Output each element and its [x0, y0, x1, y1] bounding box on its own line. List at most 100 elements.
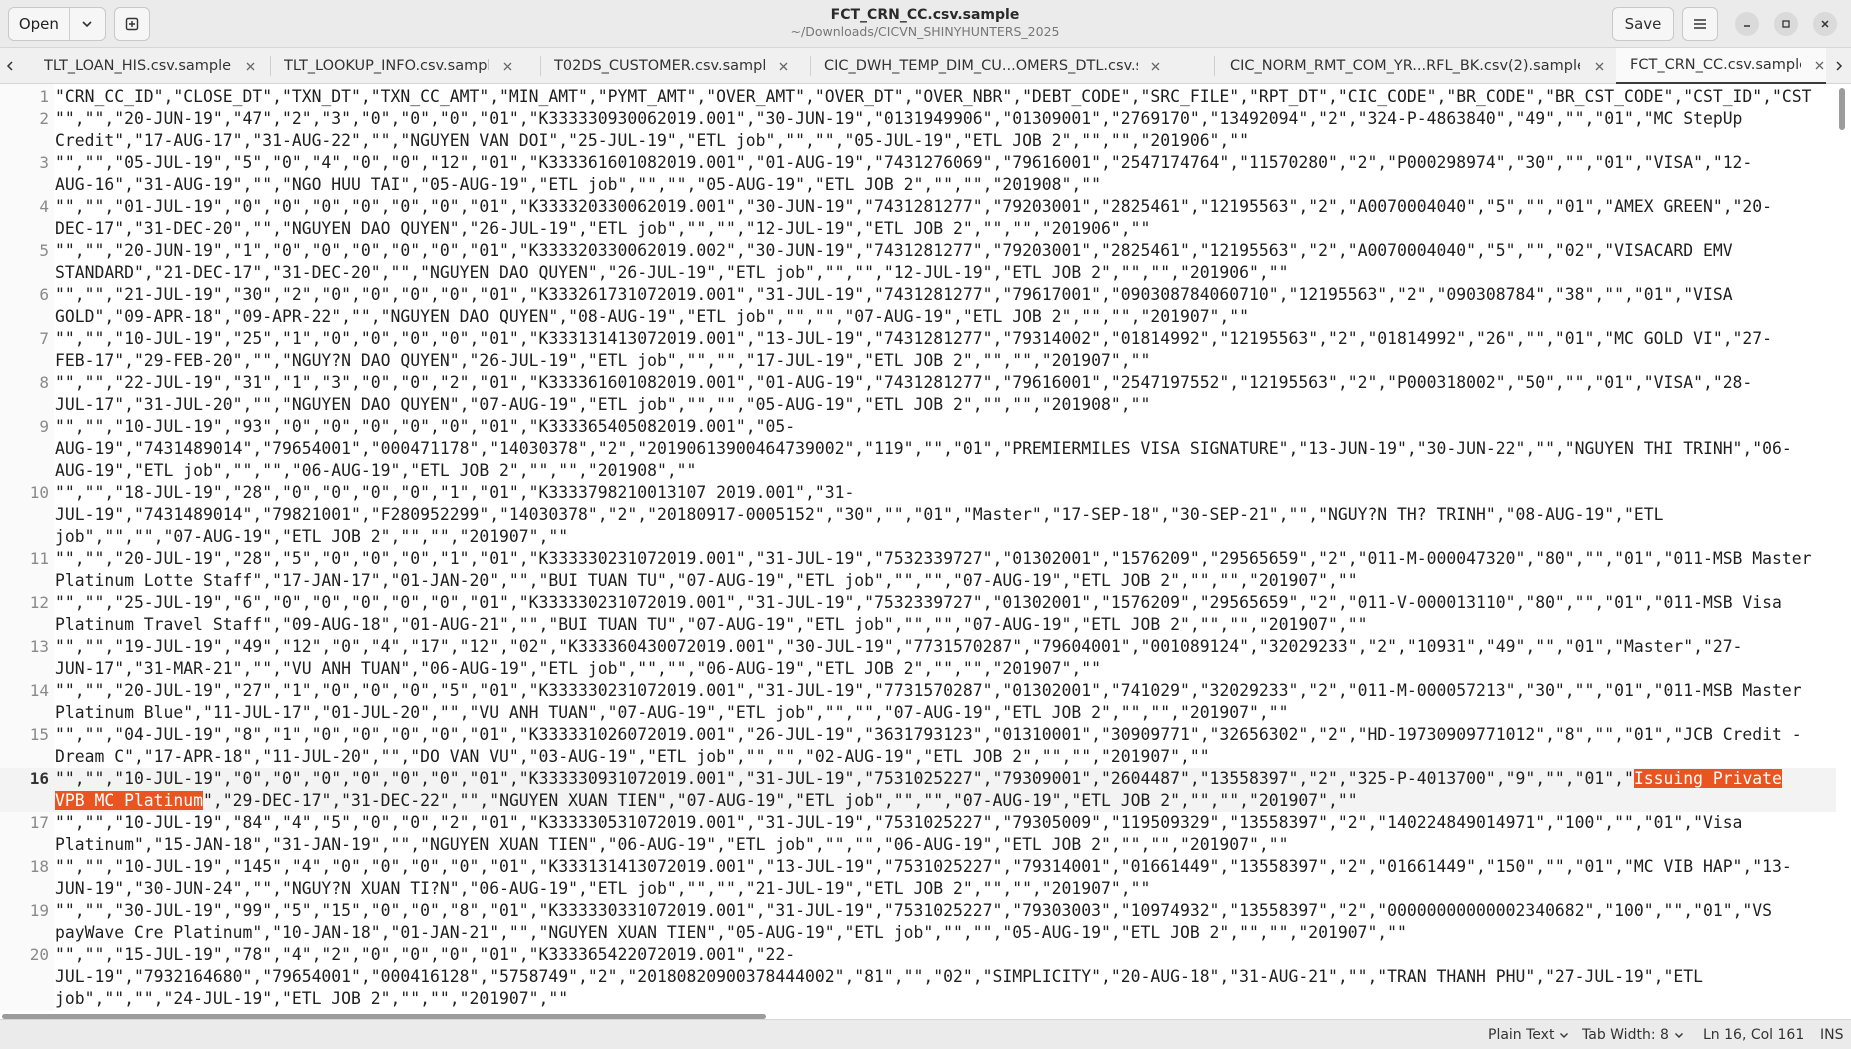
- tabs-scroll-right-button[interactable]: [1829, 48, 1849, 84]
- editor-line[interactable]: 5 "","","20-JUN-19","1","0","0","0","0","…: [0, 240, 1836, 284]
- tab-width-selector[interactable]: Tab Width: 8: [1582, 1020, 1685, 1049]
- chevron-left-icon: [6, 61, 13, 71]
- line-segment: JUL-17","31-JUL-20","","NGUYEN DAO QUYEN…: [55, 395, 1151, 414]
- editor-line[interactable]: 9 "","","10-JUL-19","93","0","0","0","0",…: [0, 416, 1836, 482]
- selected-text[interactable]: Issuing Private: [1633, 769, 1782, 788]
- tab-t02ds-customer[interactable]: T02DS_CUSTOMER.csv.sample: [540, 48, 790, 84]
- header-bar: Open FCT_CRN_CC.csv.sample ~/Downloads/C…: [0, 0, 1851, 48]
- line-segment: AUG-16","31-AUG-19","","NGO HUU TAI","05…: [55, 175, 1102, 194]
- line-text: "","","04-JUL-19","8","1","0","0","0","0…: [55, 724, 1835, 768]
- line-number: 11: [29, 549, 49, 568]
- editor-line[interactable]: 17 "","","10-JUL-19","84","4","5","0","0"…: [0, 812, 1836, 856]
- editor-line[interactable]: 12 "","","25-JUL-19","6","0","0","0","0",…: [0, 592, 1836, 636]
- minimize-icon: [1744, 25, 1750, 27]
- line-segment: "","","20-JUL-19","28","5","0","0","0","…: [55, 549, 1812, 568]
- line-segment: "","","30-JUL-19","99","5","15","0","0",…: [55, 901, 1773, 920]
- line-segment-text: "","","10-JUL-19","0","0","0","0","0","0…: [55, 769, 1634, 788]
- line-segment: "","","10-JUL-19","93","0","0","0","0","…: [55, 417, 796, 436]
- tab-label: TLT_LOOKUP_INFO.csv.sample: [284, 58, 489, 74]
- insert-mode-label: INS: [1820, 1027, 1844, 1043]
- line-text: "","","20-JUN-19","1","0","0","0","0","0…: [55, 240, 1835, 284]
- editor-line[interactable]: 13 "","","19-JUL-19","49","12","0","4","1…: [0, 636, 1836, 680]
- line-text: "CRN_CC_ID","CLOSE_DT","TXN_DT","TXN_CC_…: [55, 86, 1835, 108]
- save-button[interactable]: Save: [1612, 7, 1674, 41]
- line-number: 7: [39, 329, 49, 348]
- editor-line[interactable]: 16 "","","10-JUL-19","0","0","0","0","0",…: [0, 768, 1836, 812]
- close-icon: [1815, 61, 1824, 69]
- line-segment: Platinum","15-JAN-18","31-JAN-19","","NG…: [55, 835, 1289, 854]
- line-segment: "","","21-JUL-19","30","2","0","0","0","…: [55, 285, 1733, 304]
- line-segment: AUG-19","7431489014","79654001","0004711…: [55, 439, 1792, 458]
- tab-tlt-loan-his[interactable]: TLT_LOAN_HIS.csv.sample: [30, 48, 274, 84]
- line-number: 19: [29, 901, 49, 920]
- line-segment: "CRN_CC_ID","CLOSE_DT","TXN_DT","TXN_CC_…: [55, 87, 1812, 106]
- tab-label: T02DS_CUSTOMER.csv.sample: [554, 58, 765, 74]
- tab-close-button[interactable]: [1813, 58, 1826, 72]
- text-editor[interactable]: 1 "CRN_CC_ID","CLOSE_DT","TXN_DT","TXN_CC…: [0, 84, 1836, 1011]
- open-dropdown-button[interactable]: [70, 8, 105, 40]
- line-segment: JUN-17","31-MAR-21","","VU ANH TUAN","06…: [55, 659, 1102, 678]
- minimize-button[interactable]: [1735, 12, 1759, 36]
- line-text: "","","19-JUL-19","49","12","0","4","17"…: [55, 636, 1835, 680]
- line-number: 14: [29, 681, 49, 700]
- tab-close-button[interactable]: [1592, 59, 1606, 73]
- selected-text[interactable]: VPB MC Platinum: [55, 791, 204, 810]
- editor-line[interactable]: 20 "","","15-JUL-19","78","4","2","0","0"…: [0, 944, 1836, 1010]
- language-selector[interactable]: Plain Text: [1488, 1020, 1570, 1049]
- main-menu-button[interactable]: [1682, 7, 1718, 41]
- tab-close-button[interactable]: [777, 59, 790, 73]
- line-segment-text: ","29-DEC-17","31-DEC-22","","NGUYEN XUA…: [203, 791, 1358, 810]
- line-text: "","","10-JUL-19","0","0","0","0","0","0…: [55, 768, 1835, 812]
- tab-cic-norm-rmt[interactable]: CIC_NORM_RMT_COM_YR...RFL_BK.csv(2).samp…: [1216, 48, 1606, 84]
- tab-label: TLT_LOAN_HIS.csv.sample: [44, 58, 232, 74]
- editor-line[interactable]: 19 "","","30-JUL-19","99","5","15","0","0…: [0, 900, 1836, 944]
- editor-line[interactable]: 6 "","","21-JUL-19","30","2","0","0","0",…: [0, 284, 1836, 328]
- line-segment: payWave Cre Platinum","10-JAN-18","01-JA…: [55, 923, 1407, 942]
- editor-line[interactable]: 3 "","","05-JUL-19","5","0","4","0","0","…: [0, 152, 1836, 196]
- tab-close-button[interactable]: [501, 59, 514, 73]
- vertical-scrollbar[interactable]: [1839, 88, 1845, 130]
- tabs-scroll-left-button[interactable]: [0, 48, 20, 84]
- line-segment: "","","01-JUL-19","0","0","0","0","0","0…: [55, 197, 1773, 216]
- tab-close-button[interactable]: [243, 59, 257, 73]
- line-number: 20: [29, 945, 49, 964]
- line-number: 18: [29, 857, 49, 876]
- open-button[interactable]: Open: [9, 8, 70, 40]
- line-segment: Dream C","17-APR-18","11-JUL-20","","DO …: [55, 747, 1210, 766]
- close-window-button[interactable]: [1813, 12, 1837, 36]
- line-segment: Platinum Lotte Staff","17-JAN-17","01-JA…: [55, 571, 1358, 590]
- close-icon: [779, 62, 788, 70]
- tab-label: CIC_NORM_RMT_COM_YR...RFL_BK.csv(2).samp…: [1230, 58, 1581, 74]
- line-segment: FEB-17","29-FEB-20","","NGUY?N DAO QUYEN…: [55, 351, 1151, 370]
- line-number: 16: [29, 769, 49, 788]
- line-segment: "","","15-JUL-19","78","4","2","0","0","…: [55, 945, 796, 964]
- editor-line[interactable]: 8 "","","22-JUL-19","31","1","3","0","0",…: [0, 372, 1836, 416]
- editor-line[interactable]: 15 "","","04-JUL-19","8","1","0","0","0",…: [0, 724, 1836, 768]
- line-number: 15: [29, 725, 49, 744]
- line-text: "","","10-JUL-19","84","4","5","0","0","…: [55, 812, 1835, 856]
- line-text: "","","18-JUL-19","28","0","0","0","0","…: [55, 482, 1835, 548]
- tab-fct-crn-cc[interactable]: FCT_CRN_CC.csv.sample: [1616, 48, 1826, 84]
- editor-line[interactable]: 4 "","","01-JUL-19","0","0","0","0","0","…: [0, 196, 1836, 240]
- editor-line[interactable]: 11 "","","20-JUL-19","28","5","0","0","0"…: [0, 548, 1836, 592]
- editor-line[interactable]: 14 "","","20-JUL-19","27","1","0","0","0"…: [0, 680, 1836, 724]
- tab-separator: [1214, 56, 1215, 76]
- close-icon: [1595, 62, 1604, 70]
- tab-cic-dwh-temp[interactable]: CIC_DWH_TEMP_DIM_CU...OMERS_DTL.csv.samp…: [810, 48, 1162, 84]
- insert-mode[interactable]: INS: [1820, 1020, 1844, 1049]
- editor-line[interactable]: 7 "","","10-JUL-19","25","1","0","0","0",…: [0, 328, 1836, 372]
- close-icon: [503, 62, 512, 70]
- editor-line[interactable]: 10 "","","18-JUL-19","28","0","0","0","0"…: [0, 482, 1836, 548]
- tab-tlt-lookup-info[interactable]: TLT_LOOKUP_INFO.csv.sample: [270, 48, 514, 84]
- editor-line[interactable]: 18 "","","10-JUL-19","145","4","0","0","0…: [0, 856, 1836, 900]
- new-tab-button[interactable]: [114, 7, 150, 41]
- document-path: ~/Downloads/CICVN_SHINYHUNTERS_2025: [790, 24, 1060, 39]
- chevron-right-icon: [1836, 61, 1843, 71]
- language-label: Plain Text: [1488, 1027, 1555, 1043]
- editor-line[interactable]: 2 "","","20-JUN-19","47","2","3","0","0",…: [0, 108, 1836, 152]
- maximize-button[interactable]: [1774, 12, 1798, 36]
- line-number: 2: [39, 109, 49, 128]
- tab-close-button[interactable]: [1150, 59, 1162, 73]
- cursor-position[interactable]: Ln 16, Col 161: [1703, 1020, 1804, 1049]
- editor-line[interactable]: 1 "CRN_CC_ID","CLOSE_DT","TXN_DT","TXN_CC…: [0, 86, 1836, 108]
